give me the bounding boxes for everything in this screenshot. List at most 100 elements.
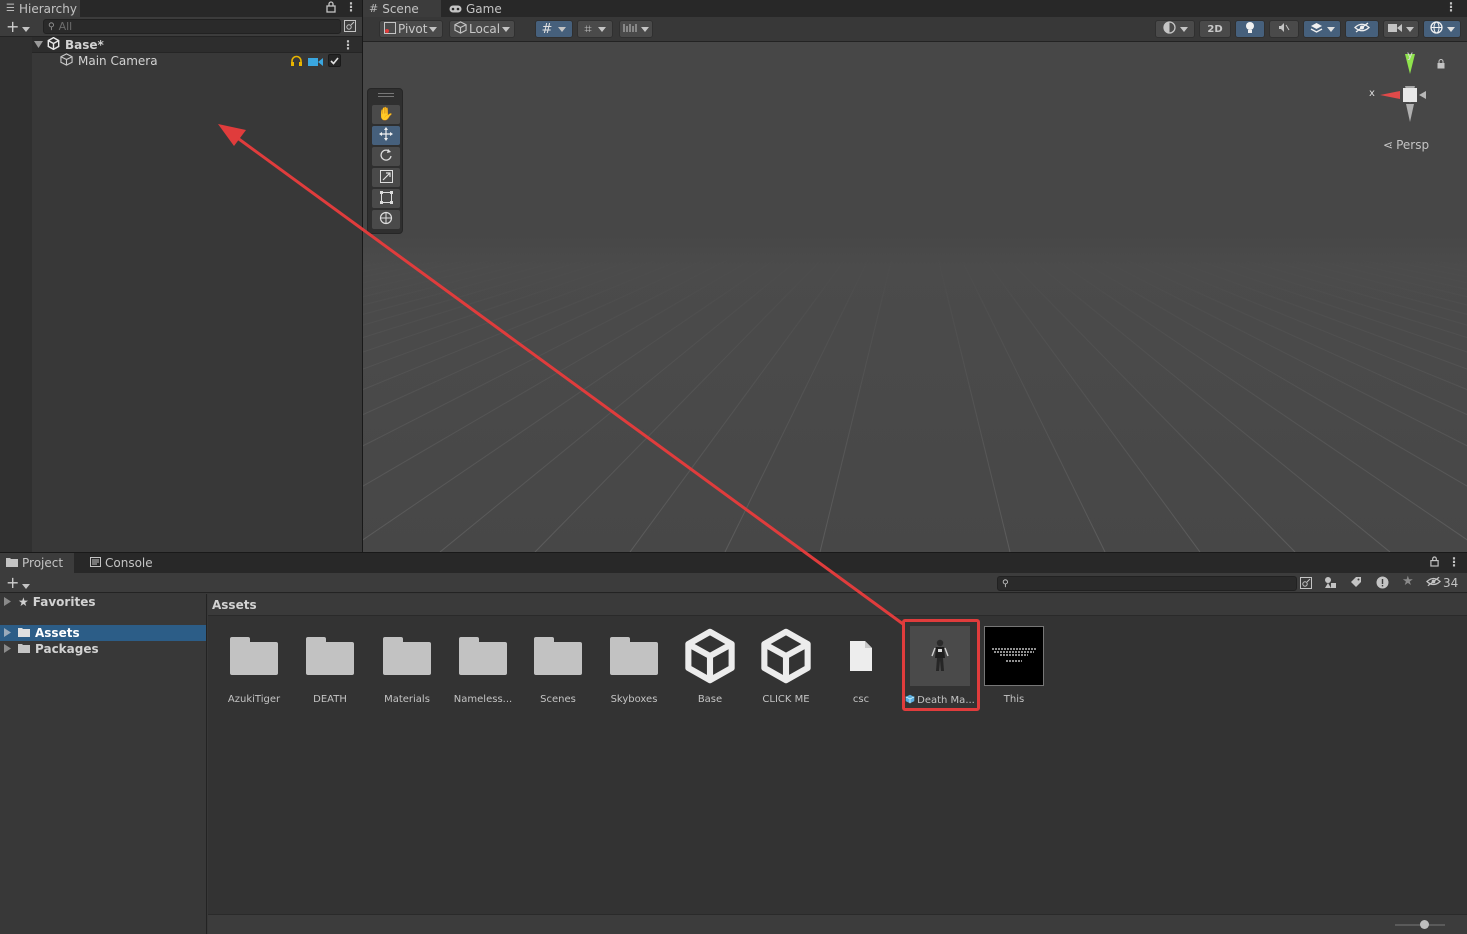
- folder-icon: [459, 637, 507, 675]
- perspective-toggle[interactable]: ⋖ Persp: [1383, 138, 1429, 152]
- active-checkbox[interactable]: [328, 54, 341, 67]
- tree-item-favorites[interactable]: ★ Favorites: [0, 594, 206, 610]
- chevron-down-icon[interactable]: [22, 22, 30, 36]
- audio-toggle[interactable]: [1269, 20, 1299, 38]
- increment-snap-toggle[interactable]: ⌗: [577, 20, 613, 38]
- camera-dropdown[interactable]: [1383, 20, 1419, 38]
- console-icon: [90, 556, 101, 570]
- camera-icon: [1388, 22, 1402, 36]
- expand-arrow-icon[interactable]: [4, 626, 11, 640]
- search-options-icon[interactable]: [1300, 577, 1312, 592]
- lock-icon[interactable]: [326, 1, 336, 16]
- scene-more-icon[interactable]: ⋮: [342, 38, 354, 52]
- local-dropdown[interactable]: Local: [449, 20, 515, 38]
- filter-by-type-icon[interactable]: [1324, 576, 1337, 592]
- expand-arrow-icon[interactable]: [4, 595, 11, 609]
- asset-scene-base[interactable]: Base: [672, 626, 748, 712]
- effects-dropdown[interactable]: [1303, 20, 1341, 38]
- tab-game[interactable]: Game: [443, 0, 513, 17]
- icon-size-slider[interactable]: [1395, 920, 1445, 929]
- asset-file-csc[interactable]: csc: [823, 626, 899, 712]
- grid-line: [363, 253, 718, 416]
- scale-tool-button[interactable]: [372, 168, 400, 187]
- ruler-toggle[interactable]: [619, 20, 653, 38]
- add-icon[interactable]: +: [6, 573, 19, 592]
- hierarchy-search-input[interactable]: ⚲ All: [43, 19, 341, 34]
- lock-icon[interactable]: [1430, 556, 1439, 570]
- grid-line: [819, 253, 894, 552]
- chevron-down-icon: [1446, 22, 1455, 36]
- grid-line: [936, 253, 1011, 552]
- tree-item-assets[interactable]: Assets: [0, 625, 206, 641]
- gizmos-dropdown[interactable]: [1423, 20, 1461, 38]
- grid-line: [1068, 253, 1467, 487]
- asset-folder-azukitiger[interactable]: AzukiTiger: [216, 626, 292, 712]
- scene-name: Base*: [65, 37, 104, 52]
- transform-tool-button[interactable]: [372, 210, 400, 229]
- 2d-toggle[interactable]: 2D: [1199, 20, 1231, 38]
- gizmo-lock-icon[interactable]: [1437, 58, 1445, 72]
- breadcrumb: Assets: [208, 594, 1467, 616]
- asset-image-this[interactable]: This: [976, 626, 1052, 712]
- move-tool-button[interactable]: [372, 126, 400, 145]
- project-search-input[interactable]: ⚲: [997, 576, 1297, 591]
- expand-arrow-icon[interactable]: [4, 642, 11, 656]
- ruler-icon: [623, 22, 637, 36]
- rotate-tool-button[interactable]: [372, 147, 400, 166]
- chevron-down-icon[interactable]: [22, 579, 30, 593]
- drag-handle[interactable]: [378, 93, 394, 97]
- unity-scene-icon: [685, 628, 735, 684]
- more-options-icon[interactable]: ⋮: [1445, 0, 1457, 14]
- asset-scene-click-me[interactable]: CLICK ME: [748, 626, 824, 712]
- expand-arrow-icon[interactable]: [34, 38, 43, 52]
- hand-tool-button[interactable]: ✋: [372, 105, 400, 124]
- scene-visibility-toggle[interactable]: [1345, 20, 1379, 38]
- asset-label: Base: [697, 694, 723, 705]
- cube-outline-icon: [454, 21, 467, 37]
- project-toolbar: + ⚲ ★ 34: [0, 573, 1467, 593]
- project-tree: ★ Favorites Assets Packages: [0, 594, 207, 934]
- hierarchy-item-main-camera[interactable]: Main Camera: [32, 53, 362, 69]
- asset-folder-death[interactable]: DEATH: [292, 626, 368, 712]
- filter-by-label-icon[interactable]: [1350, 576, 1362, 591]
- pivot-label: Pivot: [398, 22, 428, 36]
- pivot-dropdown[interactable]: Pivot: [379, 20, 443, 38]
- globe-icon: [1429, 21, 1443, 37]
- asset-label: Scenes: [540, 694, 576, 705]
- list-icon: ☰: [6, 3, 15, 14]
- grid-line: [724, 253, 872, 552]
- orientation-gizmo[interactable]: y x: [1365, 50, 1445, 132]
- draw-mode-dropdown[interactable]: [1155, 20, 1195, 38]
- add-icon[interactable]: +: [6, 17, 19, 36]
- asset-folder-materials[interactable]: Materials: [369, 626, 445, 712]
- asset-folder-scenes[interactable]: Scenes: [520, 626, 596, 712]
- folder-icon: [18, 642, 30, 656]
- slider-thumb[interactable]: [1420, 920, 1429, 929]
- grid-line: [1046, 253, 1467, 541]
- asset-label: Materials: [384, 694, 430, 705]
- asset-folder-nameless[interactable]: Nameless...: [445, 626, 521, 712]
- tree-item-packages[interactable]: Packages: [0, 641, 206, 657]
- hidden-packages-toggle[interactable]: 34: [1426, 576, 1458, 590]
- folder-icon: [306, 637, 354, 675]
- tab-console-label: Console: [105, 556, 153, 570]
- scene-viewport[interactable]: ✋ y x ⋖ Persp: [363, 42, 1467, 552]
- more-options-icon[interactable]: ⋮: [345, 0, 357, 14]
- grid-snap-toggle[interactable]: #: [535, 20, 573, 38]
- warning-icon[interactable]: [1376, 576, 1389, 592]
- search-options-icon[interactable]: [344, 20, 356, 35]
- more-options-icon[interactable]: ⋮: [1448, 555, 1460, 569]
- breadcrumb-assets[interactable]: Assets: [212, 598, 257, 612]
- tab-console[interactable]: Console: [84, 553, 164, 573]
- chevron-down-icon: [597, 22, 606, 36]
- scene-row[interactable]: Base* ⋮: [32, 36, 362, 53]
- grid-line: [1332, 253, 1467, 284]
- grid-line: [1178, 253, 1467, 353]
- tab-project[interactable]: Project: [0, 553, 74, 573]
- tab-hierarchy[interactable]: ☰ Hierarchy: [0, 0, 80, 17]
- asset-folder-skyboxes[interactable]: Skyboxes: [596, 626, 672, 712]
- tab-scene[interactable]: # Scene: [363, 0, 441, 17]
- rect-tool-button[interactable]: [372, 189, 400, 208]
- favorite-star-icon[interactable]: ★: [1402, 574, 1414, 589]
- lighting-toggle[interactable]: [1235, 20, 1265, 38]
